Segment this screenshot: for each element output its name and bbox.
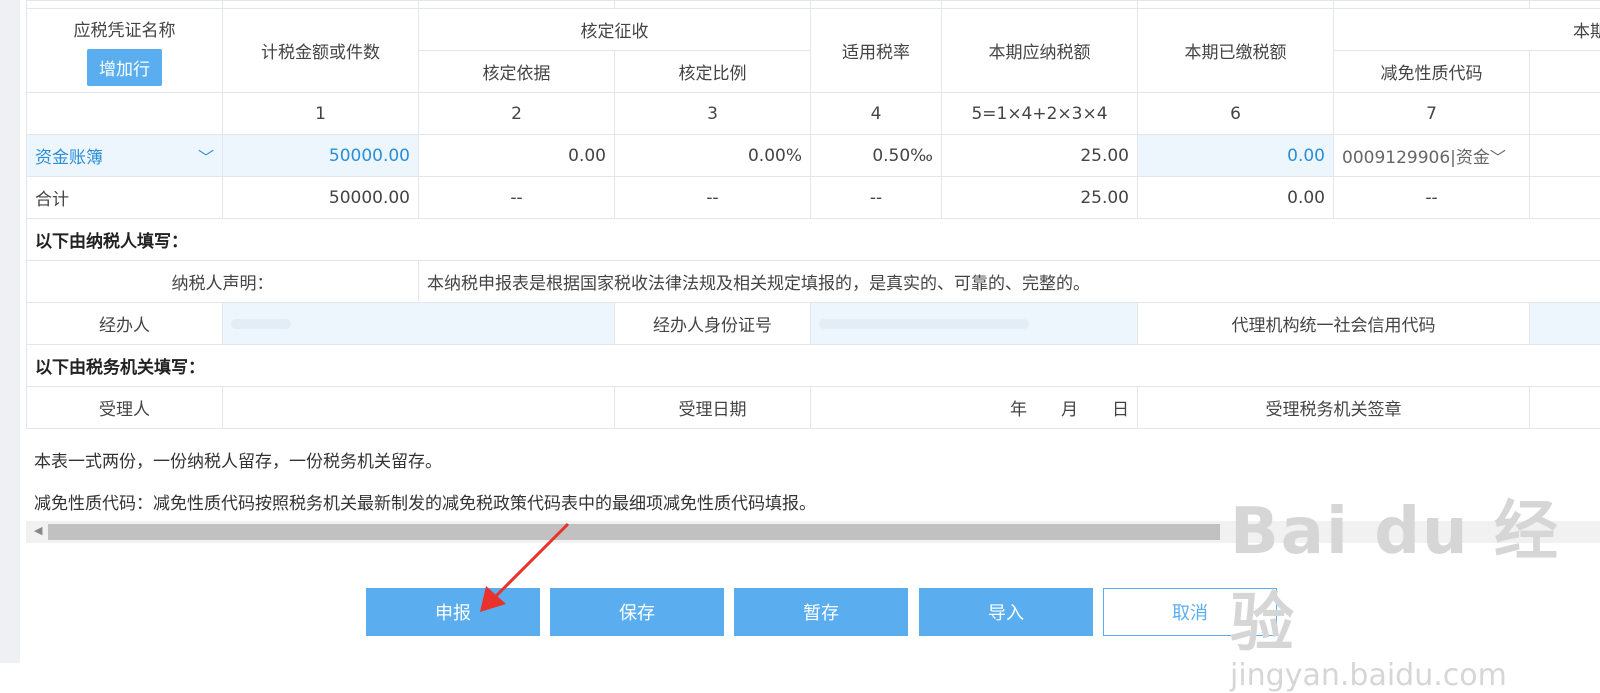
chevron-down-icon: ﹀ <box>1490 148 1506 167</box>
baidu-watermark: Bai du 经验 jingyan.baidu.com <box>1230 480 1600 693</box>
col-basis-header: 核定依据 <box>419 51 615 93</box>
col-name-header: 应税凭证名称 增加行 <box>27 9 223 93</box>
ratio-cell: 0.00% <box>615 135 811 177</box>
col-rate-header: 适用税率 <box>811 9 942 93</box>
handler-id-label: 经办人身份证号 <box>615 303 811 345</box>
watermark-url: jingyan.baidu.com <box>1230 658 1600 693</box>
declaration-label: 纳税人声明： <box>27 261 419 303</box>
index-cell: 4 <box>811 93 942 135</box>
col-paid-header: 本期已缴税额 <box>1138 9 1334 93</box>
total-ratio: -- <box>615 177 811 219</box>
notes: 本表一式两份，一份纳税人留存，一份税务机关留存。 减免性质代码：减免性质代码按照… <box>34 446 816 530</box>
redacted-value <box>231 319 291 329</box>
total-relief-code: -- <box>1334 177 1530 219</box>
chevron-down-icon: ﹀ <box>198 144 214 168</box>
left-gutter <box>0 0 20 663</box>
receive-date-value: 年 月 日 <box>811 387 1138 429</box>
seal-label: 受理税务机关签章 <box>1138 387 1530 429</box>
total-row: 合计 50000.00 -- -- -- 25.00 0.00 -- <box>27 177 1600 219</box>
col-relief-code-header: 减免性质代码 <box>1334 51 1530 93</box>
rate-cell: 0.50‰ <box>811 135 942 177</box>
declaration-text: 本纳税申报表是根据国家税收法律法规及相关规定填报的，是真实的、可靠的、完整的。 <box>419 261 1600 303</box>
index-cell: 2 <box>419 93 615 135</box>
group-assess-header: 核定征收 <box>419 9 811 51</box>
handler-id-input[interactable] <box>811 303 1138 345</box>
table-row: 资金账簿﹀ 50000.00 0.00 0.00% 0.50‰ 25.00 0.… <box>27 135 1600 177</box>
group-relief-header: 本期减免税 <box>1334 9 1600 51</box>
add-row-button[interactable]: 增加行 <box>87 49 162 86</box>
col-payable-header: 本期应纳税额 <box>942 9 1138 93</box>
temp-save-button[interactable]: 暂存 <box>734 588 908 636</box>
total-label: 合计 <box>27 177 223 219</box>
col-ratio-header: 核定比例 <box>615 51 811 93</box>
index-row: 1 2 3 4 5=1×4+2×3×4 6 7 <box>27 93 1600 135</box>
index-cell: 6 <box>1138 93 1334 135</box>
taxpayer-section-title: 以下由纳税人填写： <box>27 219 1600 261</box>
total-amount: 50000.00 <box>223 177 419 219</box>
total-payable: 25.00 <box>942 177 1138 219</box>
copies-note: 本表一式两份，一份纳税人留存，一份税务机关留存。 <box>34 446 816 488</box>
voucher-name-select[interactable]: 资金账簿﹀ <box>27 135 223 177</box>
amount-input[interactable]: 50000.00 <box>223 135 419 177</box>
receiver-label: 受理人 <box>27 387 223 429</box>
col-amount-header: 计税金额或件数 <box>223 9 419 93</box>
total-rate: -- <box>811 177 942 219</box>
receiver-value <box>223 387 615 429</box>
redacted-value <box>819 319 1029 329</box>
authority-section-title: 以下由税务机关填写： <box>27 345 1600 387</box>
relief-code-select[interactable]: 0009129906|资金﹀ <box>1334 135 1530 177</box>
import-button[interactable]: 导入 <box>919 588 1093 636</box>
index-cell: 3 <box>615 93 811 135</box>
agency-code-input[interactable] <box>1530 303 1600 345</box>
payable-cell: 25.00 <box>942 135 1138 177</box>
index-cell: 1 <box>223 93 419 135</box>
total-basis: -- <box>419 177 615 219</box>
handler-input[interactable] <box>223 303 615 345</box>
basis-cell: 0.00 <box>419 135 615 177</box>
total-paid: 0.00 <box>1138 177 1334 219</box>
scroll-left-icon[interactable]: ◀ <box>34 524 42 537</box>
index-cell: 7 <box>1334 93 1530 135</box>
receive-date-label: 受理日期 <box>615 387 811 429</box>
red-arrow-icon <box>470 520 580 620</box>
index-cell: 5=1×4+2×3×4 <box>942 93 1138 135</box>
page: 应税凭证名称 增加行 计税金额或件数 核定征收 适用税率 本期应纳税额 本期已缴… <box>0 0 1600 663</box>
watermark-logo: Bai du 经验 <box>1230 480 1600 664</box>
paid-input[interactable]: 0.00 <box>1138 135 1334 177</box>
tax-table: 应税凭证名称 增加行 计税金额或件数 核定征收 适用税率 本期应纳税额 本期已缴… <box>26 0 1600 429</box>
scrollbar-thumb[interactable] <box>48 524 1220 540</box>
handler-label: 经办人 <box>27 303 223 345</box>
agency-code-label: 代理机构统一社会信用代码 <box>1138 303 1530 345</box>
